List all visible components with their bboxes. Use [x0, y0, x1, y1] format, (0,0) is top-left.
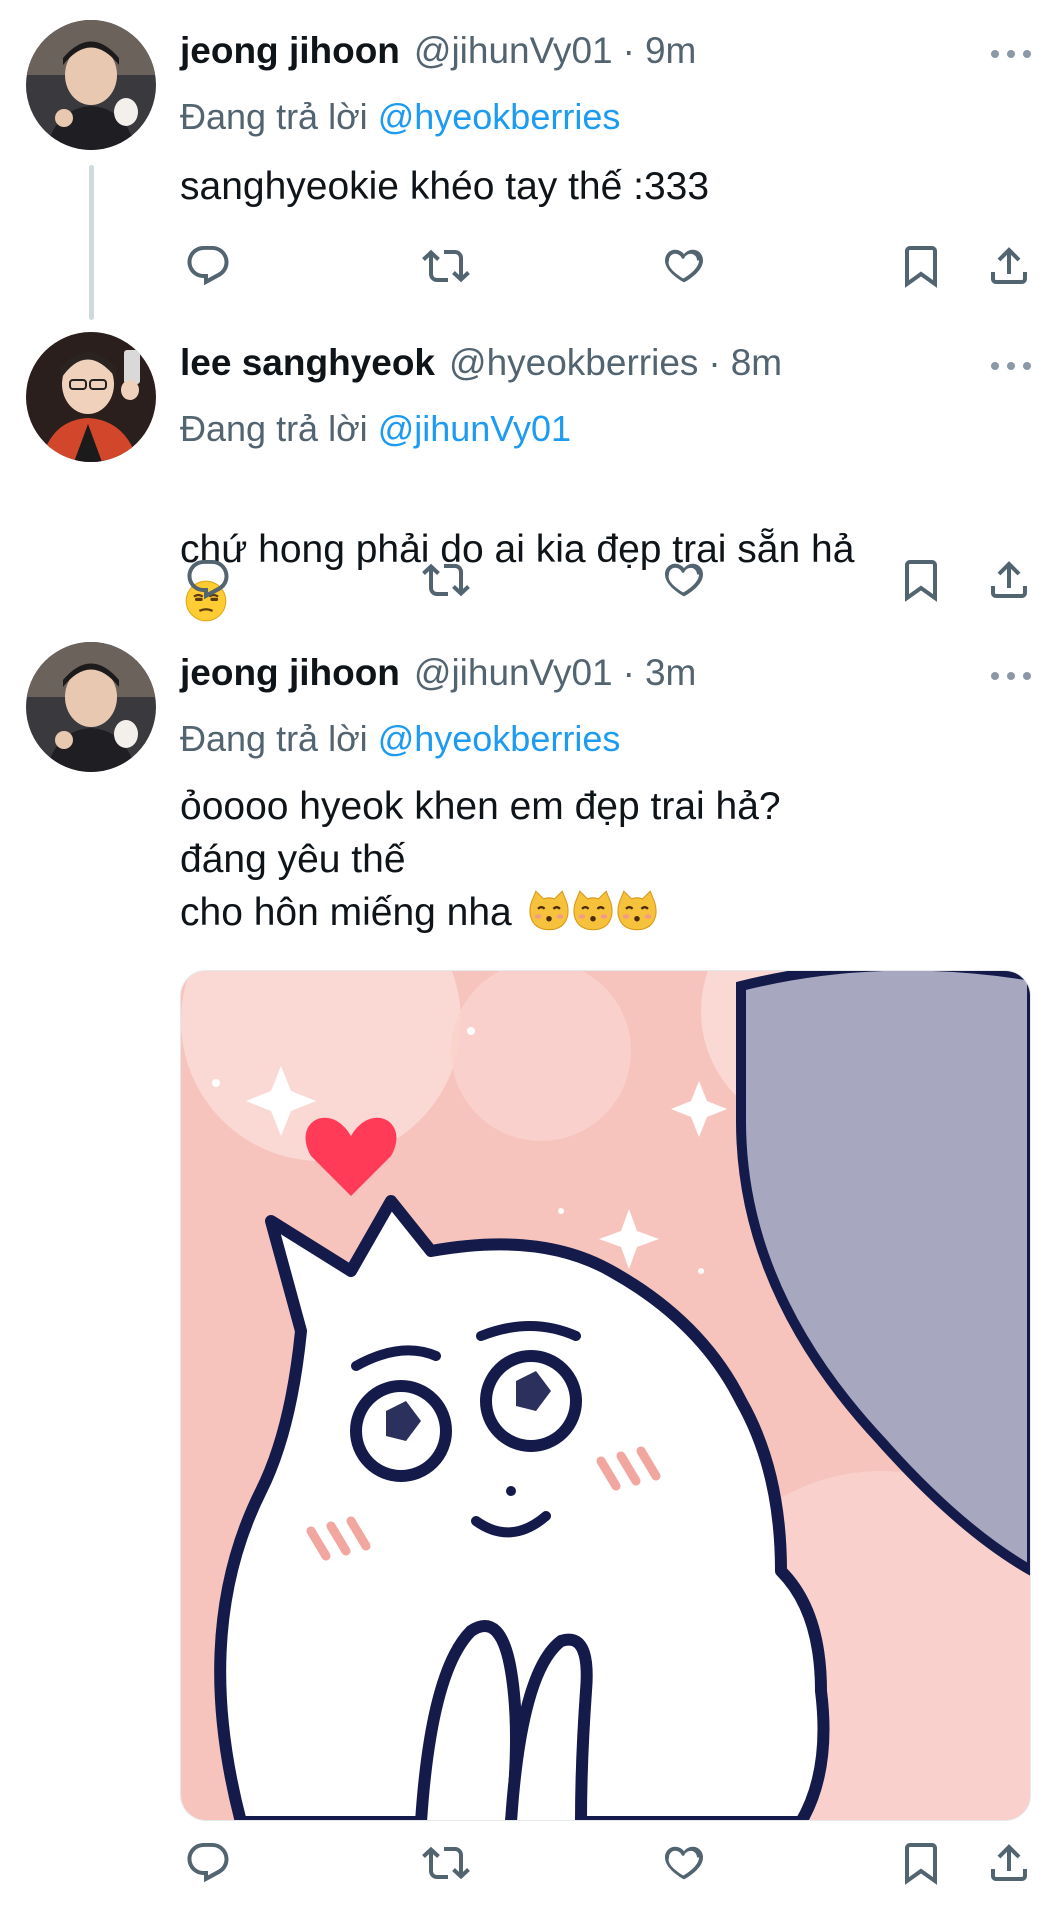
reply-icon [187, 1843, 229, 1883]
kissing-cat-icon [572, 890, 613, 931]
tweet-text: sanghyeokie khéo tay thế :333 [180, 165, 710, 208]
share-button[interactable] [981, 1835, 1037, 1891]
separator-dot: · [622, 652, 635, 693]
retweet-icon [422, 563, 470, 597]
replying-to: Đang trả lời @hyeokberries [180, 718, 620, 760]
tweet-text-line: ỏoooo hyeok khen em đẹp trai hả? [180, 785, 781, 828]
more-icon[interactable] [991, 666, 1031, 686]
tweet-1[interactable]: jeong jihoon @jihunVy01 · 9m Đang trả lờ… [0, 0, 1057, 320]
retweet-icon [422, 1846, 470, 1880]
tweet-2[interactable]: lee sanghyeok @hyeokberries · 8m Đang tr… [0, 320, 1057, 630]
share-button[interactable] [981, 552, 1037, 608]
more-icon[interactable] [991, 356, 1031, 376]
replying-to-label: Đang trả lời [180, 718, 378, 759]
user-handle[interactable]: @jihunVy01 [414, 652, 613, 694]
bookmark-button[interactable] [893, 552, 949, 608]
display-name[interactable]: jeong jihoon [180, 652, 400, 694]
share-icon [991, 1844, 1027, 1881]
tweet-header: jeong jihoon @jihunVy01 · 9m [180, 30, 696, 80]
tweet-text-line: đáng yêu thế [180, 838, 406, 881]
bookmark-icon [905, 560, 937, 602]
like-button[interactable] [656, 238, 712, 294]
tweet-header-t2: lee sanghyeok @hyeokberries · 8m [180, 342, 782, 392]
bookmark-button[interactable] [893, 238, 949, 294]
timestamp[interactable]: 9m [645, 30, 696, 72]
share-button[interactable] [981, 238, 1037, 294]
retweet-icon [422, 249, 470, 283]
avatar-jihoon[interactable] [26, 642, 156, 772]
kissing-cat-icon [616, 890, 657, 931]
action-bar [0, 1835, 1057, 1891]
reply-icon [187, 246, 229, 286]
kissing-cat-icon [528, 890, 569, 931]
replying-to-label: Đang trả lời [180, 96, 378, 137]
share-icon [991, 247, 1027, 284]
reply-button[interactable] [180, 1835, 236, 1891]
replying-to: Đang trả lời @hyeokberries [180, 96, 620, 138]
heart-icon [665, 249, 703, 283]
avatar-image [26, 20, 156, 150]
replying-to: Đang trả lời @jihunVy01 [180, 408, 571, 450]
cartoon-cat-image [181, 971, 1030, 1820]
display-name[interactable]: jeong jihoon [180, 30, 400, 72]
share-icon [991, 561, 1027, 598]
bookmark-icon [905, 1843, 937, 1885]
like-button[interactable] [656, 552, 712, 608]
heart-icon [665, 563, 703, 597]
timestamp[interactable]: 8m [731, 342, 782, 384]
action-bar [0, 238, 1057, 294]
tweet-text-line: cho hôn miếng nha [180, 891, 512, 934]
tweet-text: ỏoooo hyeok khen em đẹp trai hả? đáng yê… [180, 780, 1020, 939]
user-handle[interactable]: @hyeokberries [449, 342, 698, 384]
avatar-sanghyeok[interactable] [26, 332, 156, 462]
like-button[interactable] [656, 1835, 712, 1891]
action-bar [0, 552, 1057, 608]
tweet-media-image[interactable] [180, 970, 1031, 1821]
avatar-jihoon[interactable] [26, 20, 156, 150]
display-name[interactable]: lee sanghyeok [180, 342, 435, 384]
separator-dot: · [622, 30, 635, 71]
user-handle[interactable]: @jihunVy01 [414, 30, 613, 72]
reply-button[interactable] [180, 238, 236, 294]
avatar-image [26, 332, 156, 462]
mention-link[interactable]: @jihunVy01 [378, 408, 571, 449]
reply-icon [187, 560, 229, 600]
more-icon[interactable] [991, 44, 1031, 64]
heart-icon [665, 1846, 703, 1880]
tweet-text-line-with-emoji: cho hôn miếng nha [180, 886, 1020, 939]
bookmark-button[interactable] [893, 1835, 949, 1891]
retweet-button[interactable] [418, 238, 474, 294]
timestamp[interactable]: 3m [645, 652, 696, 694]
tweet-header: jeong jihoon @jihunVy01 · 3m [180, 652, 696, 702]
retweet-button[interactable] [418, 552, 474, 608]
replying-to-label: Đang trả lời [180, 408, 378, 449]
retweet-button[interactable] [418, 1835, 474, 1891]
mention-link[interactable]: @hyeokberries [378, 96, 621, 137]
separator-dot: · [708, 342, 721, 383]
bookmark-icon [905, 246, 937, 288]
reply-button[interactable] [180, 552, 236, 608]
mention-link[interactable]: @hyeokberries [378, 718, 621, 759]
avatar-image [26, 642, 156, 772]
